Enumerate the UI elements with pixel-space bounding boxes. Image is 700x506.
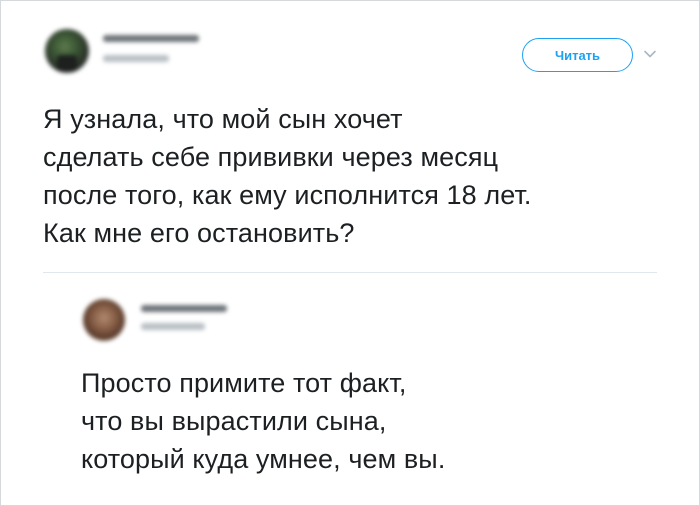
tweet-text: Я узнала, что мой сын хочет сделать себе…: [43, 104, 532, 248]
divider: [43, 272, 657, 273]
avatar[interactable]: [45, 29, 89, 73]
reply-avatar[interactable]: [83, 299, 125, 341]
reply-text: Просто примите тот факт, что вы вырастил…: [81, 368, 446, 474]
screenshot-frame: Читать Я узнала, что мой сын хочет сдела…: [0, 0, 700, 506]
follow-button[interactable]: Читать: [522, 38, 633, 72]
reply-author-name-blurred[interactable]: [141, 305, 227, 312]
chevron-down-icon[interactable]: [643, 47, 657, 61]
original-tweet: Читать Я узнала, что мой сын хочет сдела…: [1, 1, 700, 271]
author-name-blurred[interactable]: [103, 35, 199, 42]
author-handle-blurred: [103, 55, 169, 62]
reply-author-handle-blurred: [141, 323, 205, 330]
